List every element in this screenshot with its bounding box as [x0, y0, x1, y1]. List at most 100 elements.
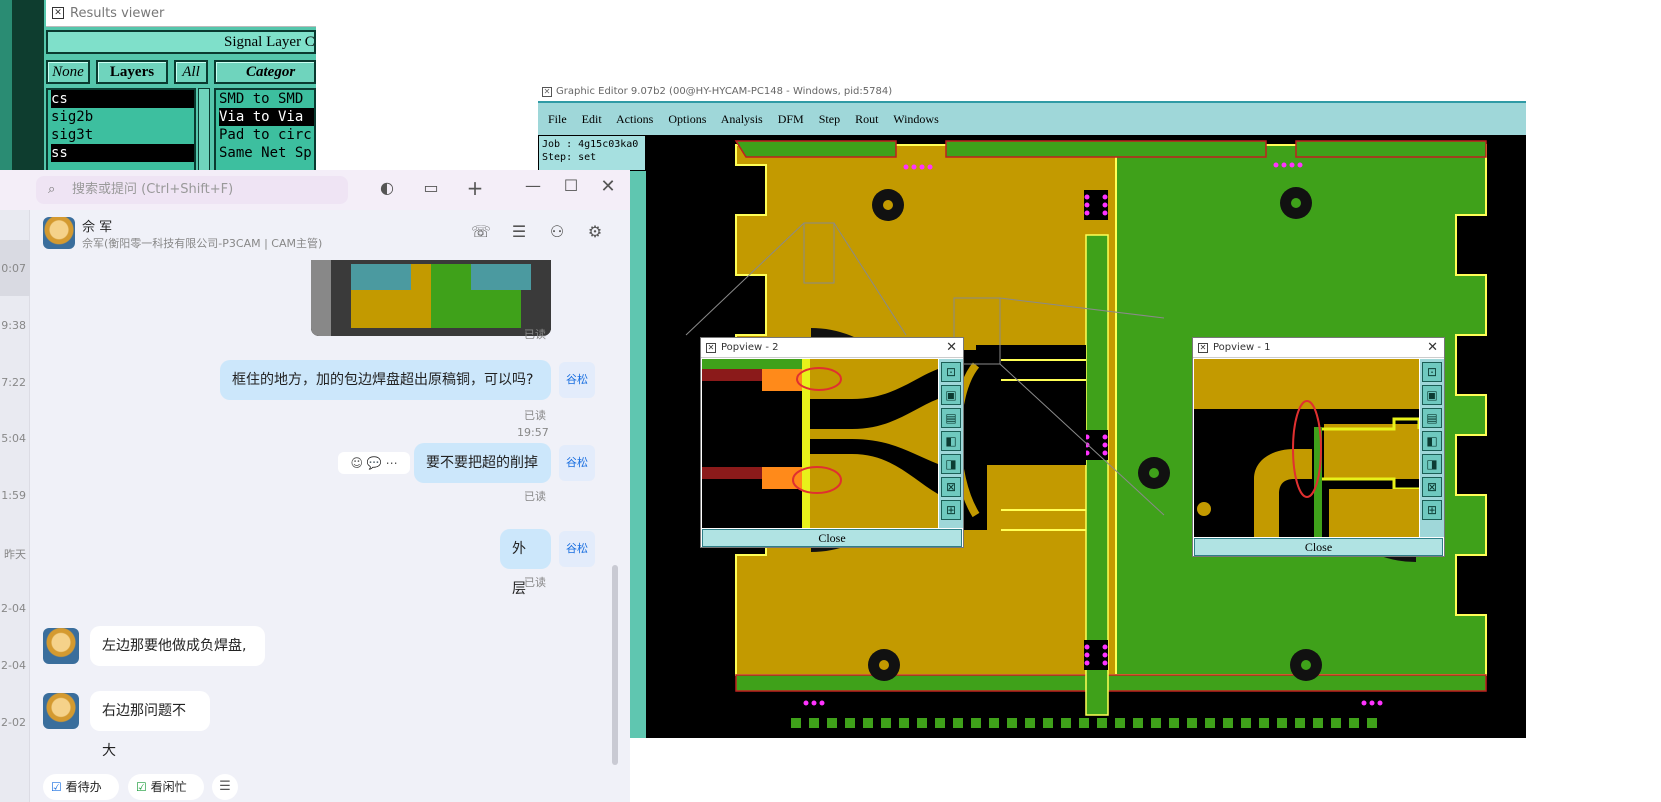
- menu-edit[interactable]: Edit: [582, 112, 602, 126]
- app-icon: ✕: [706, 343, 716, 353]
- results-viewer-title: Results viewer: [70, 6, 165, 21]
- zoom-area-icon[interactable]: ⊠: [941, 477, 961, 497]
- maximize-icon[interactable]: ☐: [560, 176, 582, 198]
- chat-header: 佘 军 佘军(衡阳零一科技有限公司-P3CAM | CAM主管) ☏ ☰ ⚇ ⚙: [30, 210, 630, 258]
- layer-item[interactable]: ss: [51, 144, 194, 162]
- popview-2-canvas[interactable]: [702, 359, 938, 528]
- chat-window: ⌕ 搜索或提问 (Ctrl+Shift+F) ◐ ▭ + — ☐ ✕ 0:07 …: [0, 170, 630, 802]
- popview-1-canvas[interactable]: [1194, 359, 1419, 537]
- chat-scrollbar[interactable]: [612, 565, 618, 765]
- more-icon[interactable]: ⋯: [386, 456, 398, 470]
- contact-subtitle: 佘军(衡阳零一科技有限公司-P3CAM | CAM主管): [82, 237, 323, 250]
- search-history-icon[interactable]: ☰: [508, 222, 530, 244]
- pan-left-icon[interactable]: ◧: [941, 431, 961, 451]
- popview-1-toolbar: ⊡ ▣ ▤ ◧ ◨ ⊠ ⊞: [1420, 359, 1444, 537]
- layers-scrollbar[interactable]: [198, 88, 210, 172]
- message-bubble[interactable]: 外层: [500, 529, 551, 597]
- conversation-time: 7:22: [1, 376, 26, 389]
- app-icon: ✕: [1198, 343, 1208, 353]
- popview-2-close-button[interactable]: Close: [702, 529, 962, 547]
- center-icon[interactable]: ⊞: [941, 500, 961, 520]
- image-message[interactable]: [311, 260, 551, 336]
- zoom-in-icon[interactable]: ▣: [941, 385, 961, 405]
- layer-item[interactable]: sig2b: [51, 108, 194, 126]
- search-input[interactable]: ⌕ 搜索或提问 (Ctrl+Shift+F): [36, 176, 348, 204]
- pan-right-icon[interactable]: ◨: [941, 454, 961, 474]
- menu-actions[interactable]: Actions: [616, 112, 653, 126]
- avatar[interactable]: [43, 628, 79, 664]
- none-button[interactable]: None: [46, 60, 90, 84]
- category-item[interactable]: SMD to SMD: [219, 90, 314, 108]
- menu-rout[interactable]: Rout: [855, 112, 878, 126]
- category-item[interactable]: Via to Via: [219, 108, 314, 126]
- center-icon[interactable]: ⊞: [1422, 500, 1442, 520]
- message-bubble[interactable]: 右边那问题不大: [90, 691, 210, 759]
- avatar[interactable]: [43, 217, 75, 249]
- close-icon[interactable]: ✕: [597, 176, 619, 198]
- graphic-editor-title: Graphic Editor 9.07b2 (00@HY-HYCAM-PC148…: [556, 86, 893, 97]
- categories-list[interactable]: SMD to SMD Via to Via Pad to circ Same N…: [214, 88, 316, 172]
- message-time: 19:57: [517, 426, 549, 439]
- avatar[interactable]: 谷松: [559, 531, 595, 567]
- avatar[interactable]: 谷松: [559, 445, 595, 481]
- category-item[interactable]: Pad to circ: [219, 126, 314, 144]
- chat-topbar: ⌕ 搜索或提问 (Ctrl+Shift+F) ◐ ▭ + — ☐ ✕: [0, 170, 630, 210]
- menu-options[interactable]: Options: [668, 112, 706, 126]
- close-icon[interactable]: ✕: [1427, 338, 1438, 358]
- conversation-time: 1:59: [1, 489, 26, 502]
- todo-button[interactable]: ☑ 看待办: [43, 774, 119, 800]
- pan-right-icon[interactable]: ◨: [1422, 454, 1442, 474]
- popview-1-close-button[interactable]: Close: [1194, 538, 1443, 556]
- reply-icon[interactable]: 💬: [367, 456, 382, 470]
- zoom-out-icon[interactable]: ▤: [1422, 408, 1442, 428]
- add-icon[interactable]: +: [464, 176, 486, 200]
- layers-button[interactable]: Layers: [96, 60, 168, 84]
- menu-bar: File Edit Actions Options Analysis DFM S…: [538, 101, 1526, 135]
- popview-1-window: ✕ Popview - 1 ✕ ⊡ ▣ ▤ ◧ ◨ ⊠ ⊞ Close: [1192, 337, 1445, 557]
- zoom-out-icon[interactable]: ▤: [941, 408, 961, 428]
- avatar[interactable]: [43, 693, 79, 729]
- theme-icon[interactable]: ◐: [376, 178, 398, 200]
- zoom-area-icon[interactable]: ⊠: [1422, 477, 1442, 497]
- search-placeholder: 搜索或提问 (Ctrl+Shift+F): [72, 182, 234, 197]
- pan-left-icon[interactable]: ◧: [1422, 431, 1442, 451]
- menu-file[interactable]: File: [548, 112, 567, 126]
- screen-share-icon[interactable]: ▭: [420, 178, 442, 200]
- emoji-icon[interactable]: ☺: [350, 456, 363, 470]
- menu-analysis[interactable]: Analysis: [721, 112, 763, 126]
- all-button[interactable]: All: [174, 60, 208, 84]
- layer-item[interactable]: cs: [51, 90, 194, 108]
- category-item[interactable]: Same Net Sp: [219, 144, 314, 162]
- zoom-fit-icon[interactable]: ⊡: [941, 362, 961, 382]
- layers-list[interactable]: cs sig2b sig3t ss: [46, 88, 196, 172]
- layer-item[interactable]: sig3t: [51, 126, 194, 144]
- todo-label: 看待办: [65, 780, 102, 794]
- zoom-in-icon[interactable]: ▣: [1422, 385, 1442, 405]
- results-viewer-titlebar: ✕ Results viewer: [46, 0, 316, 27]
- busy-status-button[interactable]: ☑ 看闲忙: [128, 774, 204, 800]
- job-label: Job : 4g15c03ka0: [542, 139, 639, 150]
- contact-name: 佘 军: [82, 220, 113, 235]
- add-member-icon[interactable]: ⚇: [546, 222, 568, 244]
- checkbox-icon: ☑: [51, 780, 62, 794]
- read-status: 已读: [524, 409, 546, 422]
- zoom-fit-icon[interactable]: ⊡: [1422, 362, 1442, 382]
- busy-label: 看闲忙: [150, 780, 187, 794]
- conversation-time: 2-04: [1, 659, 26, 672]
- message-bubble[interactable]: 左边那要他做成负焊盘,: [90, 626, 265, 666]
- menu-windows[interactable]: Windows: [893, 112, 939, 126]
- menu-dfm[interactable]: DFM: [778, 112, 804, 126]
- menu-step[interactable]: Step: [819, 112, 840, 126]
- avatar[interactable]: 谷松: [559, 362, 595, 398]
- menu-icon[interactable]: ☰: [212, 774, 238, 800]
- message-bubble[interactable]: 框住的地方，加的包边焊盘超出原稿铜，可以吗?: [220, 360, 551, 400]
- category-button[interactable]: Categor: [214, 60, 316, 84]
- message-bubble[interactable]: 要不要把超的削掉: [414, 443, 551, 483]
- close-icon[interactable]: ✕: [946, 338, 957, 358]
- minimize-icon[interactable]: —: [522, 176, 544, 198]
- popview-2-toolbar: ⊡ ▣ ▤ ◧ ◨ ⊠ ⊞: [939, 359, 963, 528]
- settings-icon[interactable]: ⚙: [584, 222, 606, 244]
- read-status: 已读: [524, 328, 546, 341]
- read-status: 已读: [524, 576, 546, 589]
- call-icon[interactable]: ☏: [470, 222, 492, 244]
